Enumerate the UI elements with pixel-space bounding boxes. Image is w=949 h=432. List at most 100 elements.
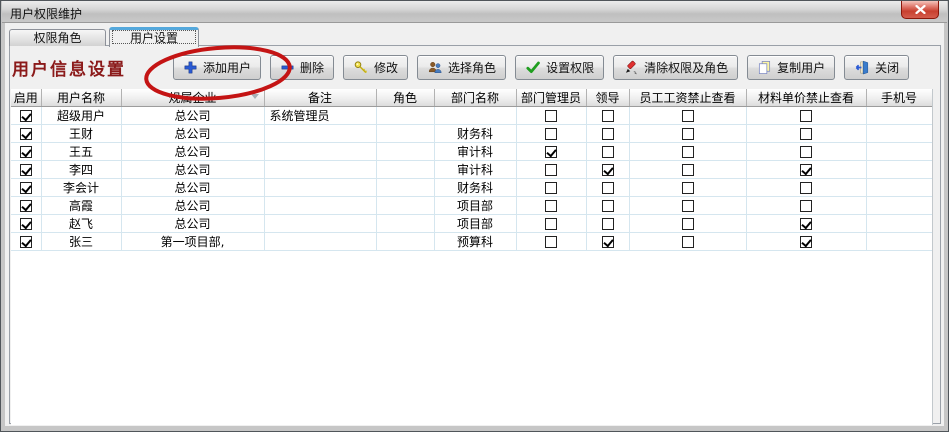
checkbox-unchecked[interactable]	[682, 200, 694, 212]
checkbox-unchecked[interactable]	[545, 218, 557, 230]
checkbox-checked[interactable]	[602, 236, 614, 248]
checkbox-unchecked[interactable]	[682, 128, 694, 140]
checkbox-cell	[516, 179, 586, 197]
table-row[interactable]: 李四总公司审计科	[11, 161, 932, 179]
checkbox-cell	[629, 215, 746, 233]
column-header[interactable]: 备注	[264, 89, 376, 107]
column-header[interactable]: 领导	[586, 89, 629, 107]
user-permission-window: 用户权限维护 权限角色 用户设置 用户信息设置 添加用户	[0, 0, 949, 432]
column-header[interactable]: 规属企业	[121, 89, 264, 107]
checkbox-checked[interactable]	[20, 110, 32, 122]
edit-button[interactable]: 修改	[343, 55, 408, 80]
checkbox-unchecked[interactable]	[602, 200, 614, 212]
column-header[interactable]: 启用	[11, 89, 41, 107]
title-bar: 用户权限维护	[2, 1, 947, 23]
select-role-button[interactable]: 选择角色	[417, 55, 506, 80]
checkbox-checked[interactable]	[545, 146, 557, 158]
column-header[interactable]: 员工工资禁止查看	[629, 89, 746, 107]
checkbox-unchecked[interactable]	[800, 200, 812, 212]
table-row[interactable]: 超级用户总公司系统管理员	[11, 107, 932, 125]
checkbox-unchecked[interactable]	[800, 110, 812, 122]
delete-button[interactable]: 删除	[270, 55, 334, 80]
checkbox-unchecked[interactable]	[602, 146, 614, 158]
window-close-button[interactable]	[901, 1, 939, 19]
set-permission-label: 设置权限	[546, 59, 594, 76]
checkbox-cell	[586, 125, 629, 143]
tab-permission-roles[interactable]: 权限角色	[9, 29, 106, 46]
table-row[interactable]: 张三第一项目部,预算科	[11, 233, 932, 251]
checkbox-unchecked[interactable]	[545, 164, 557, 176]
checkbox-unchecked[interactable]	[800, 146, 812, 158]
text-cell	[866, 143, 932, 161]
set-permission-button[interactable]: 设置权限	[515, 55, 604, 80]
copy-user-button[interactable]: 复制用户	[747, 55, 835, 80]
text-cell	[866, 107, 932, 125]
checkbox-checked[interactable]	[20, 128, 32, 140]
column-header[interactable]: 材料单价禁止查看	[746, 89, 866, 107]
column-header[interactable]: 部门名称	[434, 89, 516, 107]
checkbox-checked[interactable]	[20, 164, 32, 176]
checkbox-cell	[516, 233, 586, 251]
checkbox-checked[interactable]	[20, 146, 32, 158]
checkbox-unchecked[interactable]	[682, 146, 694, 158]
close-door-icon	[854, 60, 870, 75]
checkbox-cell	[629, 125, 746, 143]
checkbox-checked[interactable]	[20, 182, 32, 194]
checkbox-unchecked[interactable]	[602, 182, 614, 194]
text-cell: 预算科	[434, 233, 516, 251]
column-header[interactable]: 部门管理员	[516, 89, 586, 107]
user-table-container: 启用用户名称规属企业备注角色部门名称部门管理员领导员工工资禁止查看材料单价禁止查…	[11, 89, 933, 425]
text-cell: 总公司	[121, 125, 264, 143]
delete-label: 删除	[300, 59, 324, 76]
checkbox-unchecked[interactable]	[682, 110, 694, 122]
table-row[interactable]: 赵飞总公司项目部	[11, 215, 932, 233]
checkbox-unchecked[interactable]	[545, 200, 557, 212]
add-user-button[interactable]: 添加用户	[173, 55, 261, 80]
text-cell: 总公司	[121, 143, 264, 161]
clear-permission-button[interactable]: 清除权限及角色	[613, 55, 738, 80]
text-cell	[376, 107, 434, 125]
checkbox-checked[interactable]	[20, 200, 32, 212]
table-row[interactable]: 高霞总公司项目部	[11, 197, 932, 215]
text-cell: 项目部	[434, 197, 516, 215]
column-header[interactable]: 手机号	[866, 89, 932, 107]
checkbox-unchecked[interactable]	[545, 236, 557, 248]
checkbox-cell	[586, 143, 629, 161]
checkbox-checked[interactable]	[800, 164, 812, 176]
close-dialog-button[interactable]: 关闭	[844, 55, 909, 80]
checkbox-cell	[746, 197, 866, 215]
tab-user-settings[interactable]: 用户设置	[109, 27, 199, 47]
checkbox-cell	[746, 233, 866, 251]
checkbox-cell	[516, 143, 586, 161]
checkbox-checked[interactable]	[800, 218, 812, 230]
checkbox-unchecked[interactable]	[800, 128, 812, 140]
text-cell	[434, 107, 516, 125]
table-row[interactable]: 王财总公司财务科	[11, 125, 932, 143]
checkbox-unchecked[interactable]	[800, 182, 812, 194]
table-row[interactable]: 王五总公司审计科	[11, 143, 932, 161]
checkbox-checked[interactable]	[20, 236, 32, 248]
checkbox-checked[interactable]	[20, 218, 32, 230]
checkbox-unchecked[interactable]	[602, 218, 614, 230]
checkbox-unchecked[interactable]	[602, 110, 614, 122]
checkbox-unchecked[interactable]	[682, 236, 694, 248]
column-header[interactable]: 角色	[376, 89, 434, 107]
checkbox-unchecked[interactable]	[545, 128, 557, 140]
checkbox-cell	[746, 215, 866, 233]
checkbox-unchecked[interactable]	[545, 182, 557, 194]
checkbox-unchecked[interactable]	[682, 182, 694, 194]
checkbox-checked[interactable]	[800, 236, 812, 248]
window-title: 用户权限维护	[10, 5, 82, 22]
toolbar: 添加用户 删除 修改	[173, 55, 909, 80]
text-cell: 审计科	[434, 143, 516, 161]
table-row[interactable]: 李会计总公司财务科	[11, 179, 932, 197]
checkbox-cell	[586, 197, 629, 215]
checkbox-unchecked[interactable]	[602, 128, 614, 140]
checkbox-checked[interactable]	[602, 164, 614, 176]
checkbox-unchecked[interactable]	[682, 218, 694, 230]
text-cell	[866, 179, 932, 197]
column-header[interactable]: 用户名称	[41, 89, 121, 107]
checkbox-unchecked[interactable]	[682, 164, 694, 176]
text-cell	[264, 197, 376, 215]
checkbox-unchecked[interactable]	[545, 110, 557, 122]
